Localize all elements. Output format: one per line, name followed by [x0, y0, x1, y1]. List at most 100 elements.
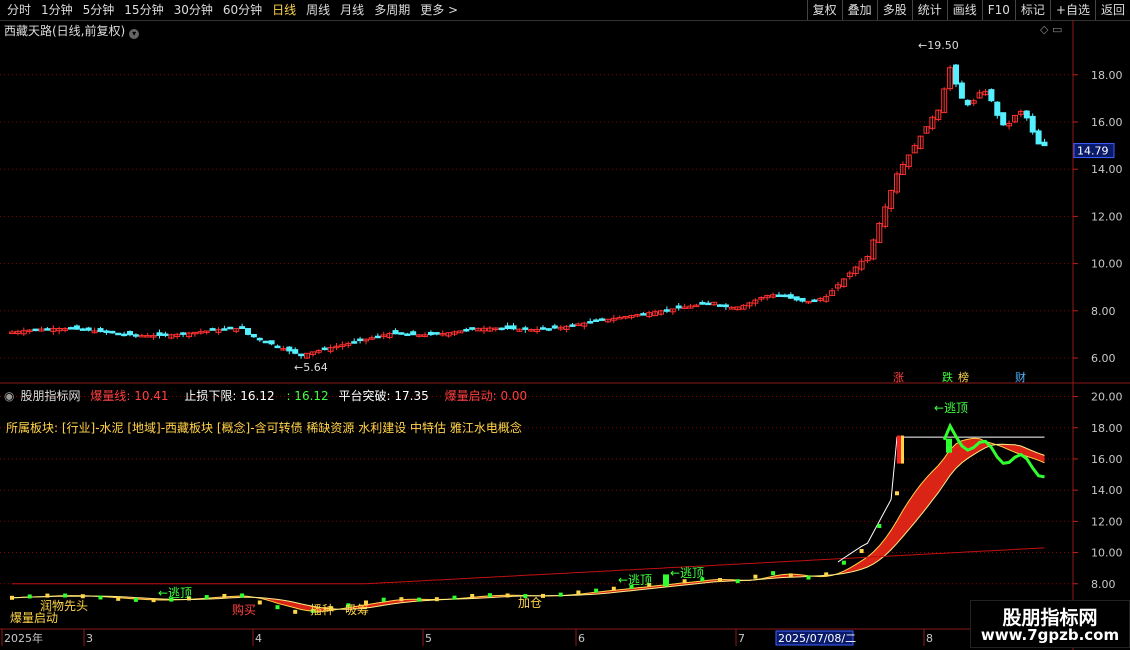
signal-marker — [452, 595, 457, 600]
low-price-label: ←5.64 — [294, 361, 328, 374]
stop-value-num: 16.12 — [240, 389, 275, 403]
signal-label: ←逃顶 — [618, 573, 652, 587]
candle-body — [321, 347, 328, 351]
signal-label: 润物先头 — [40, 599, 88, 613]
candle-body — [699, 301, 706, 305]
signal-marker — [98, 595, 103, 600]
platform-line — [837, 436, 1045, 563]
signal-marker — [417, 597, 422, 602]
event-tag: 财 — [1015, 370, 1026, 384]
slow-line — [11, 443, 1045, 610]
candle-body — [274, 345, 281, 349]
indicator-name[interactable]: 股朋指标网 — [20, 389, 80, 403]
signal-marker — [10, 595, 14, 600]
spike-bar-green — [946, 438, 952, 453]
candle-body — [717, 304, 723, 307]
candle-body — [722, 304, 729, 308]
spike-bar-yellow — [901, 435, 904, 464]
spike-bar-green-2 — [663, 574, 669, 587]
candle-body — [799, 297, 806, 302]
candle-body — [593, 319, 600, 322]
stop-value: : 16.12 — [232, 389, 275, 403]
indicator-tick-label: 20.00 — [1091, 391, 1123, 404]
candle-body — [9, 331, 15, 335]
signal-marker — [859, 549, 864, 553]
candle-body — [250, 333, 257, 338]
signal-marker — [487, 593, 492, 598]
time-axis-label: 8 — [926, 632, 933, 645]
candle-body — [953, 64, 959, 85]
candle-body — [209, 328, 216, 331]
panel-icon[interactable]: ▭ — [1052, 23, 1062, 36]
candle-body — [127, 331, 133, 336]
signal-marker — [293, 609, 298, 614]
candle-body — [587, 321, 594, 324]
candle-body — [79, 328, 86, 331]
signal-marker — [718, 578, 722, 583]
candle-body — [398, 332, 405, 335]
time-axis-label: 3 — [86, 632, 93, 645]
candle-body — [109, 330, 116, 334]
baoliang-line — [12, 547, 1045, 585]
indicator-menu-icon[interactable]: ◉ — [4, 389, 14, 403]
signal-marker — [558, 592, 563, 597]
signal-marker — [771, 571, 776, 576]
candle-body — [1035, 130, 1042, 145]
candle-body — [787, 294, 794, 299]
event-tag: 跌 — [942, 370, 953, 384]
platform-value: : 17.35 — [386, 389, 429, 403]
candle-body — [392, 330, 399, 335]
time-axis-label: 4 — [255, 632, 262, 645]
candle-body — [221, 328, 228, 331]
stop-label: 止损下限 — [184, 389, 233, 403]
diamond-icon[interactable]: ◇ — [1040, 23, 1048, 36]
baoliang-value-num: 10.41 — [134, 389, 169, 403]
candle-body — [781, 294, 788, 298]
signal-marker — [505, 593, 510, 598]
chevron-down-icon[interactable]: ▾ — [129, 29, 140, 39]
signal-marker — [735, 579, 740, 584]
chart-corner-icons: ◇ ▭ — [1040, 23, 1062, 36]
candle-body — [675, 305, 682, 309]
candle-body — [239, 326, 246, 330]
candle-body — [357, 338, 364, 342]
candle-body — [162, 333, 169, 336]
signal-marker — [381, 597, 386, 602]
signal-marker — [63, 593, 68, 598]
candle-body — [958, 82, 965, 99]
candle-body — [132, 334, 139, 337]
platform-value-num: 17.35 — [394, 389, 429, 403]
main-tick-label: 12.00 — [1091, 210, 1123, 223]
candle-body — [262, 340, 269, 344]
kline-chart[interactable]: 18.00 16.00 14.00 12.00 10.00 8.00 6.00 14.79 20… — [0, 0, 1130, 650]
signal-marker — [611, 586, 616, 591]
signal-marker — [399, 597, 404, 602]
signal-marker — [257, 600, 262, 605]
time-axis-label: 2025年 — [4, 631, 43, 645]
signal-marker — [45, 593, 50, 598]
indicator-tick-label: 14.00 — [1091, 484, 1123, 497]
main-tick-label: 14.00 — [1091, 163, 1123, 176]
signal-marker — [841, 560, 846, 565]
start-value-num: 0.00 — [500, 389, 528, 403]
indicator-tick-label: 18.00 — [1091, 422, 1123, 435]
signal-marker — [133, 597, 138, 602]
candle-body — [180, 332, 187, 335]
chart-title-text: 西藏天路(日线,前复权) — [4, 24, 126, 38]
chart-title[interactable]: 西藏天路(日线,前复权) ▾ — [4, 22, 140, 39]
time-axis-label: 7 — [738, 632, 745, 645]
candle-body — [286, 346, 293, 352]
candle-body — [73, 325, 80, 330]
high-price-label: ←19.50 — [918, 39, 959, 52]
indicator-tick-label: 8.00 — [1091, 578, 1116, 591]
main-tick-label: 8.00 — [1091, 305, 1116, 318]
candle-body — [522, 327, 529, 330]
candle-body — [245, 328, 251, 335]
time-cursor-label: 2025/07/08/二 — [778, 632, 856, 645]
time-axis-label: 5 — [425, 632, 432, 645]
signal-marker — [80, 594, 85, 599]
candle-body — [351, 341, 358, 344]
signal-marker — [275, 605, 280, 610]
candle-body — [640, 313, 647, 316]
candle-body — [404, 333, 411, 336]
